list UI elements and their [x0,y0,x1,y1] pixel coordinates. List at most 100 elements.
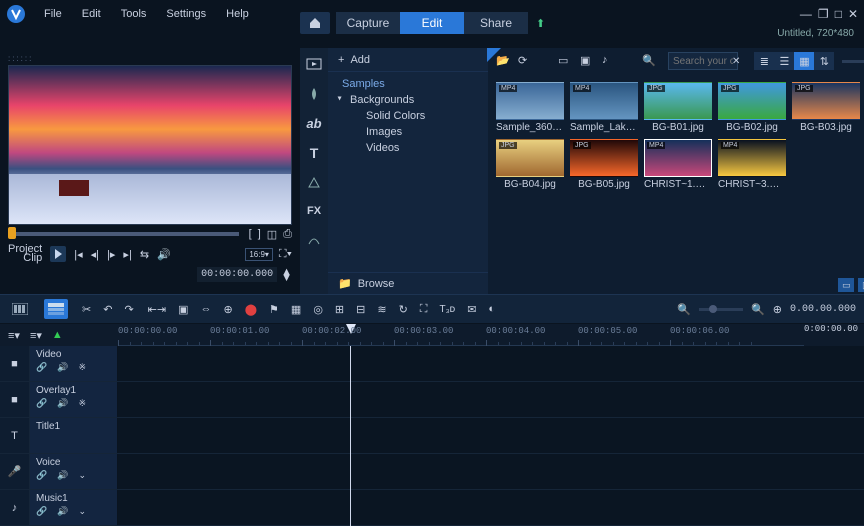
crop-icon[interactable]: ▣ [178,303,188,316]
show-audio-icon[interactable]: ♪ [602,54,616,68]
loop-icon[interactable]: ⇆ [140,248,149,261]
library-thumb[interactable]: JPGBG-B04.jpg [496,139,564,190]
track-type-icon[interactable]: ■ [0,346,30,381]
library-thumb[interactable]: MP4Sample_360.mp4 [496,82,564,133]
track-type-icon[interactable]: 🎤 [0,454,30,489]
track-drop-icon[interactable]: ⌄ [78,470,86,481]
track-fx-icon[interactable]: ※ [78,362,86,373]
track-body[interactable] [118,490,864,525]
library-search-input[interactable] [668,52,738,70]
track-type-icon[interactable]: ♪ [0,490,30,525]
scrub-slider[interactable] [8,232,239,236]
storyboard-mode-icon[interactable] [8,299,32,319]
tree-images[interactable]: Images [328,124,488,140]
redo-icon[interactable]: ↷ [124,303,133,316]
library-thumb[interactable]: JPGBG-B02.jpg [718,82,786,133]
view-details-icon[interactable]: ☰ [774,52,794,70]
tools-icon[interactable]: ✂ [82,303,91,316]
filters-icon[interactable]: FX [307,205,321,217]
slip-icon[interactable]: ⇔ [201,303,212,315]
window-minimize-icon[interactable]: — [800,7,812,21]
menu-settings[interactable]: Settings [156,8,216,20]
volume-icon[interactable]: 🔊 [157,248,171,261]
tab-edit[interactable]: Edit [400,12,464,34]
track-fx-icon[interactable]: ※ [78,398,86,409]
graphics-icon[interactable] [306,175,322,191]
library-thumb[interactable]: JPGBG-B03.jpg [792,82,860,133]
library-thumb[interactable]: MP4Sample_Lake.m... [570,82,638,133]
show-video-icon[interactable]: ▭ [558,54,572,68]
sound-library-icon[interactable] [306,86,322,102]
fit-zoom-icon[interactable]: ⊕ [773,303,782,316]
menu-edit[interactable]: Edit [72,8,111,20]
menu-file[interactable]: File [34,8,72,20]
track-vol-icon[interactable]: 🔊 [57,362,68,373]
library-browse-button[interactable]: 📁 Browse [328,272,488,294]
track-vol-icon[interactable]: 🔊 [57,506,68,517]
time-ruler[interactable]: 00:00:00.0000:00:01.0000:00:02.0000:00:0… [118,324,804,346]
search-clear-icon[interactable]: ✕ [732,56,740,67]
split-icon[interactable]: ◫ [267,228,277,241]
preview-viewport[interactable] [8,65,292,225]
next-frame-icon[interactable]: |▸ [107,248,115,261]
menu-tools[interactable]: Tools [111,8,157,20]
grid-icon[interactable]: ⊟ [356,303,365,316]
record-icon[interactable]: ⬤ [245,303,257,316]
track-link-icon[interactable]: 🔗 [36,398,47,409]
panel-toggle-1-icon[interactable]: ▭ [838,278,854,292]
track-type-icon[interactable]: ■ [0,382,30,417]
track-type-icon[interactable]: T [0,418,30,453]
track-fx-icon[interactable]: ▦ [291,303,301,316]
fullscreen-icon[interactable]: ⛶▾ [279,248,292,261]
tree-backgrounds[interactable]: Backgrounds [328,92,488,108]
library-thumb[interactable]: MP4CHRIST~1.MP4 [644,139,712,190]
goto-end-icon[interactable]: ▸| [123,248,131,261]
track-body[interactable] [118,418,864,453]
panel-toggle-2-icon[interactable]: ▥ [858,278,864,292]
mask-icon[interactable]: ◐ [488,303,495,315]
resize-icon[interactable]: ⊕ [224,303,233,316]
track-menu-2-icon[interactable]: ≡▾ [30,329,42,342]
mark-out-icon[interactable]: ] [258,228,261,241]
thumbnail-size-slider[interactable] [842,60,864,63]
overlay-icon[interactable]: ⊞ [335,303,344,316]
envelope-icon[interactable]: ✉ [467,303,476,316]
undo-icon[interactable]: ↶ [103,303,112,316]
tree-solid-colors[interactable]: Solid Colors [328,108,488,124]
titles-icon[interactable]: T [310,145,319,161]
window-close-icon[interactable]: ✕ [848,7,858,21]
zoom-in-icon[interactable]: 🔍 [751,303,765,316]
tree-videos[interactable]: Videos [328,140,488,156]
track-body[interactable] [118,454,864,489]
track-body[interactable] [118,346,864,381]
window-maximize-icon[interactable]: □ [835,7,842,21]
track-header[interactable]: Voice 🔗🔊⌄ [30,454,118,489]
window-restore-icon[interactable]: ❐ [818,7,829,21]
show-photo-icon[interactable]: ▣ [580,54,594,68]
search-icon[interactable]: 🔍 [642,54,656,68]
play-button[interactable] [50,246,66,262]
track-header[interactable]: Title1 [30,418,118,453]
3d-title-icon[interactable]: T₃ᴅ [440,304,456,315]
project-clip-toggle[interactable]: Project Clip [8,245,42,263]
marker-icon[interactable]: ⚑ [269,303,279,316]
view-sort-icon[interactable]: ⇅ [814,52,834,70]
track-drop-icon[interactable]: ⌄ [78,506,86,517]
track-header[interactable]: Music1 🔗🔊⌄ [30,490,118,525]
view-list-icon[interactable]: ≣ [754,52,774,70]
snapshot-icon[interactable]: ⎙ [283,228,292,241]
library-thumb[interactable]: JPGBG-B01.jpg [644,82,712,133]
tree-samples[interactable]: Samples [328,76,488,92]
import-folder-icon[interactable]: 📂 [496,54,510,68]
home-tab[interactable] [300,12,330,34]
pan-zoom-icon[interactable]: ⛶ [420,303,428,316]
library-thumb[interactable]: MP4CHRIST~3.MP4 [718,139,786,190]
track-header[interactable]: Overlay1 🔗🔊※ [30,382,118,417]
motion-icon[interactable]: ≋ [377,303,386,316]
track-vol-icon[interactable]: 🔊 [57,398,68,409]
tab-share[interactable]: Share [464,12,528,34]
prev-frame-icon[interactable]: ◂| [91,248,99,261]
aspect-ratio-button[interactable]: 16:9▾ [245,248,273,261]
view-grid-icon[interactable]: ▦ [794,52,814,70]
track-link-icon[interactable]: 🔗 [36,470,47,481]
